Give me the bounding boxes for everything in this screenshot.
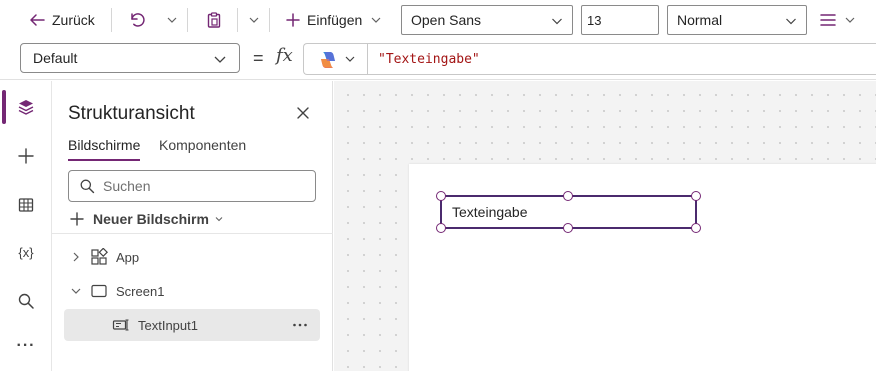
resize-handle-bottom-right[interactable] [691,223,701,233]
toolbar-divider [269,8,270,32]
tree-item-app[interactable]: App [64,241,320,273]
text-input-value: Texteingabe [452,204,528,220]
clipboard-icon [205,11,223,29]
resize-handle-top[interactable] [563,191,573,201]
panel-divider [52,233,333,234]
undo-icon [128,11,146,29]
text-align-button[interactable] [819,6,857,34]
font-size-value: 13 [587,12,602,28]
chevron-down-icon [165,13,179,27]
undo-button[interactable] [128,6,146,34]
app-icon [90,248,108,266]
copilot-icon[interactable] [318,51,338,69]
tree-item-label: App [116,249,140,265]
search-icon [17,292,35,310]
undo-menu-button[interactable] [165,6,179,34]
resize-handle-top-right[interactable] [691,191,701,201]
equals-sign: = [253,48,264,68]
design-canvas[interactable]: Texteingabe [334,81,876,371]
back-button[interactable]: Zurück [28,6,95,34]
data-icon [17,196,35,214]
tree-view-panel: Strukturansicht Bildschirme Komponenten … [52,81,333,371]
plus-icon [285,12,301,28]
formula-bar: Default = fx "Texteingabe" [0,40,876,80]
screen-icon [90,282,108,300]
chevron-down-icon[interactable] [70,285,82,297]
tab-components[interactable]: Komponenten [159,137,246,159]
chevron-down-icon [784,14,798,28]
chevron-down-icon[interactable] [344,53,356,65]
toolbar-divider [111,8,112,32]
formula-divider [367,44,368,74]
panel-title: Strukturansicht [68,103,195,124]
property-value: Default [33,50,78,66]
tree-search-box[interactable] [68,170,316,202]
paste-menu-button[interactable] [247,6,261,34]
search-input[interactable] [103,178,303,194]
screen-surface[interactable]: Texteingabe [409,164,876,371]
more-rail-button[interactable]: ··· [0,326,52,366]
left-rail: {x} ··· [0,81,52,371]
new-screen-label: Neuer Bildschirm [93,211,209,227]
chevron-down-icon [214,214,224,224]
chevron-down-icon [369,13,383,27]
chevron-down-icon [843,13,857,27]
plus-icon [69,211,85,227]
variables-icon: {x} [18,244,34,260]
tree-view-button[interactable] [0,87,52,127]
toolbar-divider [187,8,188,32]
fx-icon: fx [276,45,293,66]
command-bar: Zurück Einfügen Open Sans 13 Normal [0,0,876,40]
tree-item-label: TextInput1 [138,317,198,333]
resize-handle-top-left[interactable] [436,191,446,201]
insert-label: Einfügen [307,12,363,28]
tab-screens[interactable]: Bildschirme [68,137,141,161]
chevron-down-icon [550,14,564,28]
more-options-icon[interactable] [292,318,308,332]
property-dropdown[interactable]: Default [20,43,240,73]
font-weight-value: Normal [677,12,723,28]
font-size-input[interactable]: 13 [581,5,659,35]
tree-view-icon [17,98,35,116]
variables-rail-button[interactable]: {x} [0,232,52,272]
chevron-down-icon [247,13,261,27]
more-icon: ··· [16,337,36,354]
insert-button[interactable]: Einfügen [285,6,383,34]
font-weight-dropdown[interactable]: Normal [667,5,807,35]
formula-text[interactable]: "Texteingabe" [378,52,480,67]
arrow-left-icon [28,11,46,29]
insert-icon [17,147,35,165]
chevron-right-icon[interactable] [70,251,82,263]
resize-handle-bottom[interactable] [563,223,573,233]
text-input-icon [112,316,130,334]
font-family-value: Open Sans [411,12,482,28]
back-label: Zurück [52,12,95,28]
search-rail-button[interactable] [0,281,52,321]
tree-item-screen1[interactable]: Screen1 [64,275,320,307]
tree-item-label: Screen1 [116,283,165,299]
tree-item-textinput1[interactable]: TextInput1 [64,309,320,341]
paste-button[interactable] [205,6,223,34]
formula-input[interactable]: "Texteingabe" [303,43,876,75]
font-family-dropdown[interactable]: Open Sans [401,5,573,35]
insert-rail-button[interactable] [0,136,52,176]
toolbar-divider [237,8,238,32]
data-rail-button[interactable] [0,185,52,225]
search-icon [79,178,95,194]
chevron-down-icon [213,52,227,66]
close-icon[interactable] [295,105,311,121]
new-screen-button[interactable]: Neuer Bildschirm [69,209,224,229]
resize-handle-bottom-left[interactable] [436,223,446,233]
align-lines-icon [819,11,837,29]
